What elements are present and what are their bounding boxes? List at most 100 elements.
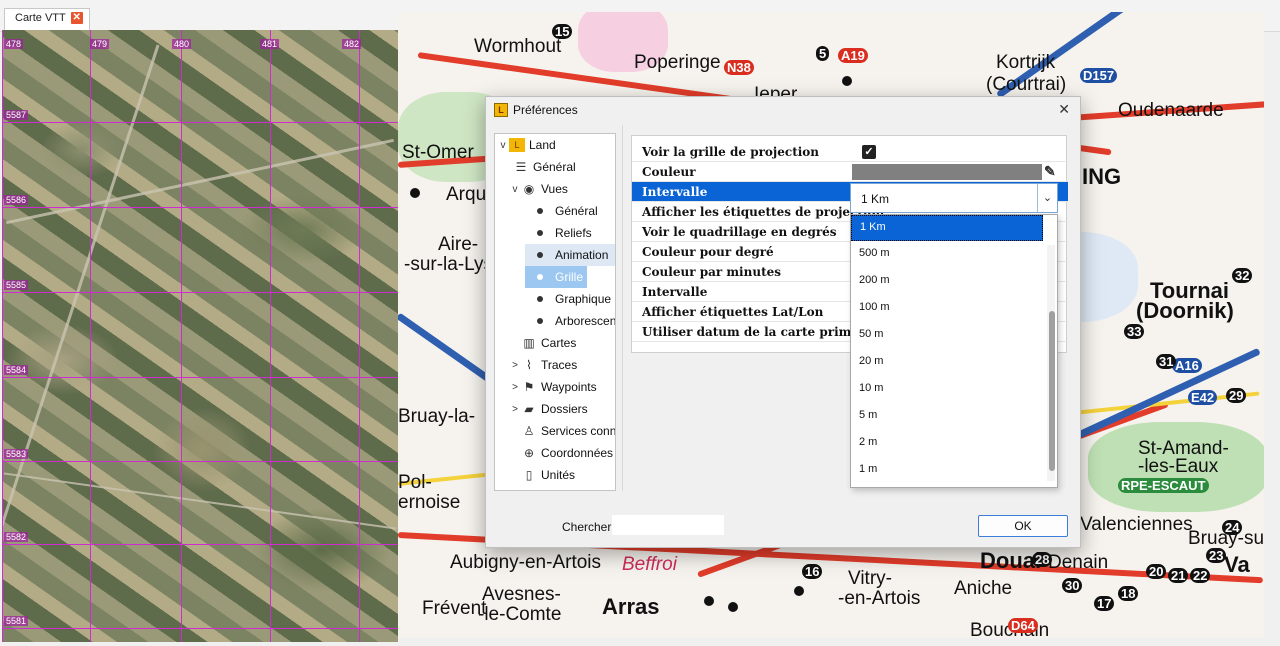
tree-item-vues[interactable]: v ◉ Vues <box>509 178 568 200</box>
tree-label: Cartes <box>541 336 577 350</box>
app-icon: L <box>494 103 508 117</box>
tree-item-cartes[interactable]: ▥ Cartes <box>521 332 576 354</box>
city-label: Va <box>1224 552 1250 577</box>
exit-number: 32 <box>1232 268 1253 283</box>
tree-item-unites[interactable]: ▯ Unités <box>521 464 575 486</box>
tree-item-traces[interactable]: > ⌇ Traces <box>509 354 577 376</box>
grid-label-y: 5586 <box>4 195 29 205</box>
prop-row[interactable]: Voir la grille de projection ✓ <box>632 142 1068 162</box>
grid-line <box>2 377 398 378</box>
prop-label: Utiliser datum de la carte primaire <box>642 325 878 339</box>
dropdown-option[interactable]: 200 m <box>851 269 1043 296</box>
tree-item-animation[interactable]: Animation <box>525 244 615 266</box>
chevron-right-icon[interactable]: > <box>509 404 521 415</box>
city-label: Aire- <box>438 234 479 255</box>
tree-label: Services connectés <box>541 424 616 438</box>
tree-label: Grille <box>555 270 584 284</box>
prop-label: Afficher les étiquettes de projection <box>642 205 885 219</box>
tree-item-grille[interactable]: Grille <box>525 266 587 288</box>
grid-label-y: 5587 <box>4 110 29 120</box>
exit-number: 33 <box>1124 324 1145 339</box>
satellite-map[interactable]: 478 479 480 481 482 5587 5586 5585 5584 … <box>2 30 398 642</box>
tree-item-coordonnees[interactable]: ⊕ Coordonnées <box>521 442 613 464</box>
bullet-icon <box>537 208 543 214</box>
city-label: -sur-la-Lys <box>404 254 494 275</box>
tree-item-reliefs[interactable]: Reliefs <box>533 222 592 244</box>
grid-label-y: 5585 <box>4 280 29 290</box>
city-label: (Courtrai) <box>986 74 1067 95</box>
dropdown-option[interactable]: 5 m <box>851 404 1043 431</box>
tree-label: Coordonnées <box>541 446 614 460</box>
tree-item-arborescence[interactable]: Arborescence <box>533 310 616 332</box>
scrollbar-thumb[interactable] <box>1049 311 1055 471</box>
chevron-down-icon[interactable]: v <box>509 184 521 195</box>
color-swatch[interactable] <box>852 164 1042 180</box>
checkbox-checked-icon[interactable]: ✓ <box>862 145 876 159</box>
city-label: Wormhout <box>474 36 562 57</box>
edit-icon[interactable]: ✎ <box>1044 162 1056 182</box>
city-label: Aniche <box>954 578 1013 599</box>
tree-item-waypoints[interactable]: > ⚑ Waypoints <box>509 376 597 398</box>
grid-label-x: 479 <box>90 39 110 49</box>
exit-number: 21 <box>1168 568 1189 583</box>
tree-label: Waypoints <box>541 380 597 394</box>
dropdown-option[interactable]: 1 m <box>851 458 1043 485</box>
tree-item-services[interactable]: ♙ Services connectés <box>521 420 616 442</box>
user-icon: ♙ <box>523 424 535 438</box>
prop-label: Couleur par minutes <box>642 265 782 279</box>
grid-label-x: 482 <box>342 39 362 49</box>
exit-number: 22 <box>1190 568 1211 583</box>
dropdown-option[interactable]: 10 m <box>851 377 1043 404</box>
dropdown-option[interactable]: 20 m <box>851 350 1043 377</box>
city-label: Vitry- <box>848 568 892 589</box>
exit-number: 18 <box>1118 586 1139 601</box>
tree-label: Général <box>555 204 598 218</box>
bullet-icon <box>537 274 543 280</box>
exit-number: 24 <box>1222 520 1243 535</box>
chevron-right-icon[interactable]: > <box>509 382 521 393</box>
road-line <box>6 138 394 225</box>
city-label: -en-Artois <box>838 588 921 609</box>
city-dot <box>704 596 714 606</box>
tree-item-dossiers[interactable]: > ▰ Dossiers <box>509 398 588 420</box>
close-icon[interactable]: ✕ <box>1058 101 1070 118</box>
interval-dropdown[interactable]: 1 Km 500 m 200 m 100 m 50 m 20 m 10 m 5 … <box>850 214 1058 488</box>
search-input[interactable] <box>612 515 724 535</box>
prop-label: Afficher étiquettes Lat/Lon <box>642 305 824 319</box>
tree-label: Arborescence <box>555 314 616 328</box>
tree-item-vues-general[interactable]: Général <box>533 200 598 222</box>
ok-button[interactable]: OK <box>978 515 1068 537</box>
dropdown-option[interactable]: 500 m <box>851 242 1043 269</box>
road-number: N38 <box>724 60 754 75</box>
tree-item-land[interactable]: v L Land <box>497 134 556 156</box>
prop-row[interactable]: Couleur ✎ <box>632 162 1068 182</box>
chevron-right-icon[interactable]: > <box>509 360 521 371</box>
combo-value: 1 Km <box>861 192 890 206</box>
city-label: Bruay-la- <box>398 406 476 427</box>
tree-item-general[interactable]: ☰ Général <box>513 156 576 178</box>
close-icon[interactable]: ✕ <box>70 12 83 24</box>
grid-line <box>2 207 398 208</box>
road-number: D157 <box>1080 68 1118 83</box>
tree-item-graphique[interactable]: Graphique <box>533 288 611 310</box>
dropdown-option[interactable]: 100 m <box>851 296 1043 323</box>
chevron-down-icon[interactable]: v <box>497 140 509 151</box>
eye-icon: ◉ <box>523 182 535 196</box>
dialog-titlebar: L Préférences ✕ <box>486 97 1080 123</box>
interval-combo[interactable]: 1 Km ⌄ <box>850 183 1058 213</box>
grid-line <box>2 122 398 123</box>
exit-number: 23 <box>1206 548 1227 563</box>
exit-number: 20 <box>1146 564 1167 579</box>
grid-label-x: 478 <box>4 39 24 49</box>
dropdown-option-selected[interactable]: 1 Km <box>851 215 1043 241</box>
city-dot <box>794 586 804 596</box>
city-dot <box>410 188 420 198</box>
dropdown-option[interactable]: 2 m <box>851 431 1043 458</box>
tree-label: Graphique <box>555 292 612 306</box>
city-label: ING <box>1082 164 1122 189</box>
chevron-down-icon[interactable]: ⌄ <box>1037 184 1057 212</box>
exit-number: 31 <box>1156 354 1177 369</box>
dropdown-option[interactable]: 50 m <box>851 323 1043 350</box>
city-dot <box>842 76 852 86</box>
tab-carte-vtt[interactable]: Carte VTT ✕ <box>4 8 90 30</box>
